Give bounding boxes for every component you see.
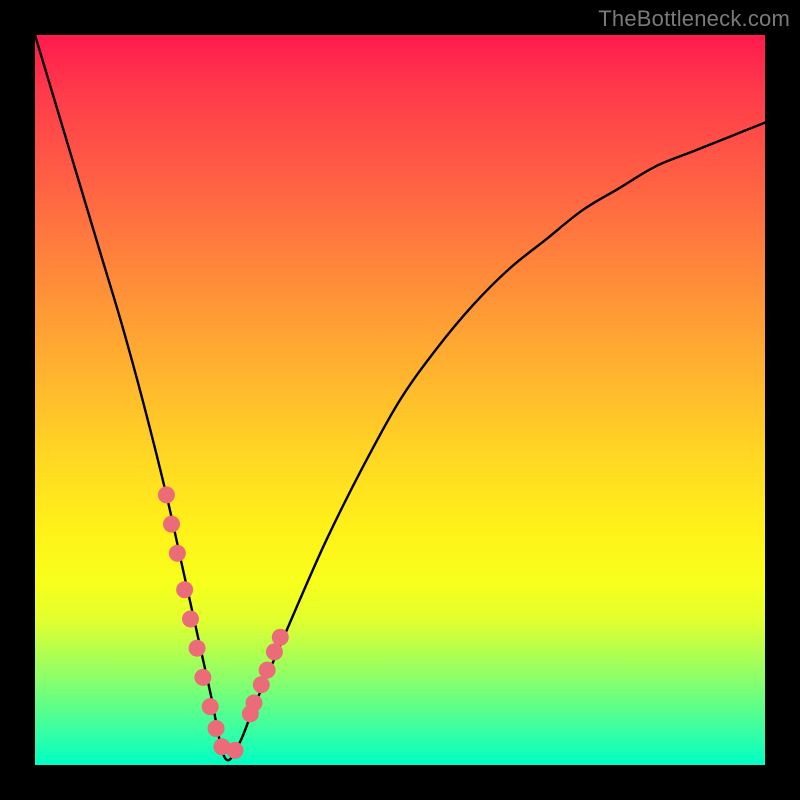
sample-dot xyxy=(259,662,276,679)
sample-dot xyxy=(272,629,289,646)
sample-dot xyxy=(189,640,206,657)
plot-area xyxy=(35,35,765,765)
sample-dot xyxy=(208,720,225,737)
sample-dot xyxy=(246,694,263,711)
sample-dot xyxy=(158,486,175,503)
watermark-text: TheBottleneck.com xyxy=(598,6,790,32)
bottleneck-curve xyxy=(35,35,765,760)
sample-dot xyxy=(194,669,211,686)
sample-dot xyxy=(266,643,283,660)
sample-dot xyxy=(253,676,270,693)
sample-dot xyxy=(169,545,186,562)
sample-dot xyxy=(202,698,219,715)
sample-dot xyxy=(182,611,199,628)
sample-dot xyxy=(163,516,180,533)
chart-frame: TheBottleneck.com xyxy=(0,0,800,800)
sample-dot xyxy=(176,581,193,598)
sample-dots-group xyxy=(158,486,289,759)
sample-dot xyxy=(227,742,244,759)
chart-svg-layer xyxy=(35,35,765,765)
